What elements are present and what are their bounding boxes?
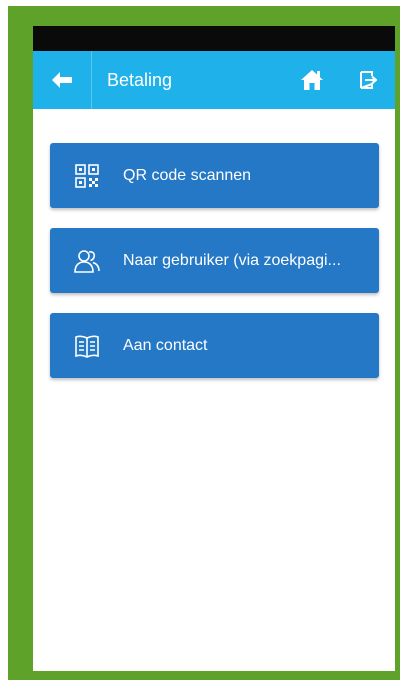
qr-code-icon [75, 164, 99, 188]
home-icon [301, 70, 323, 90]
logout-icon [360, 71, 377, 89]
to-contact-label: Aan contact [123, 337, 208, 354]
address-book-icon [75, 335, 99, 358]
home-button[interactable] [295, 51, 329, 109]
to-user-label: Naar gebruiker (via zoekpagi... [123, 252, 341, 269]
phone-screen: Betaling QR code scannen Naar gebruiker … [33, 26, 395, 671]
logout-button[interactable] [354, 51, 382, 109]
back-button[interactable] [33, 51, 91, 109]
arrow-left-icon [52, 72, 72, 88]
status-bar [33, 26, 395, 51]
users-icon [74, 250, 100, 273]
to-contact-button[interactable]: Aan contact [50, 313, 379, 378]
qr-scan-button[interactable]: QR code scannen [50, 143, 379, 208]
to-user-button[interactable]: Naar gebruiker (via zoekpagi... [50, 228, 379, 293]
qr-scan-label: QR code scannen [123, 167, 252, 184]
app-toolbar: Betaling [33, 51, 395, 109]
toolbar-divider [91, 51, 92, 109]
page-title: Betaling [107, 70, 173, 90]
